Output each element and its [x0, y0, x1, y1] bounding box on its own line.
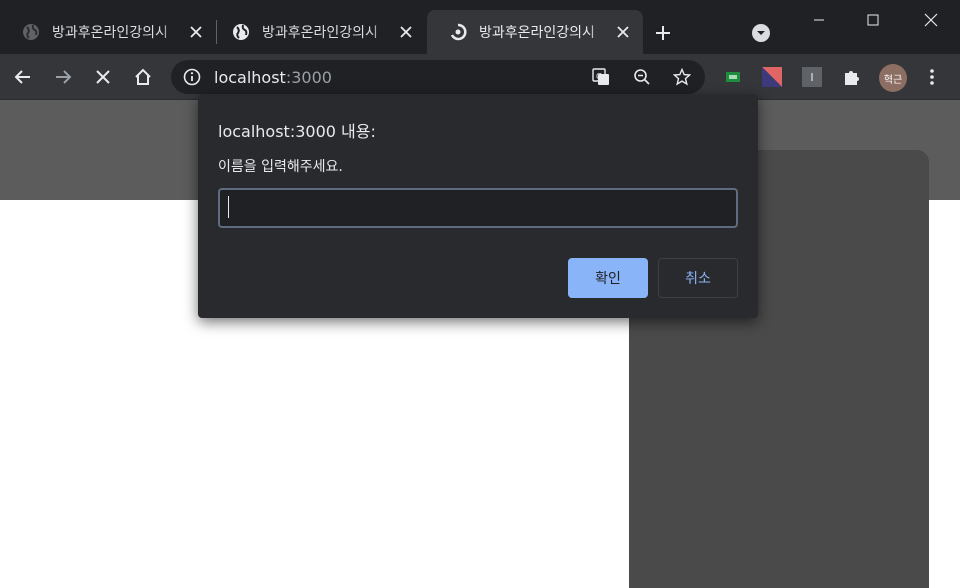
url-text: localhost:3000	[214, 68, 332, 87]
zoom-out-icon[interactable]	[632, 67, 652, 87]
close-icon[interactable]	[398, 24, 414, 40]
maximize-button[interactable]	[850, 0, 896, 40]
tab-title: 방과후온라인강의시	[262, 25, 378, 41]
address-bar[interactable]: localhost:3000 G	[171, 60, 705, 94]
tab-title: 방과후온라인강의시	[52, 25, 168, 41]
profile-avatar[interactable]: 혁근	[879, 64, 907, 92]
dialog-title: localhost:3000 내용:	[218, 122, 376, 141]
svg-text:G: G	[596, 72, 602, 81]
forward-button[interactable]	[50, 64, 76, 90]
globe-icon	[22, 23, 40, 41]
url-port: :3000	[285, 68, 332, 87]
extension-gray-icon[interactable]: I	[801, 66, 823, 88]
close-icon[interactable]	[188, 24, 204, 40]
extension-color-icon[interactable]	[761, 66, 783, 88]
home-button[interactable]	[130, 64, 156, 90]
stop-loading-button[interactable]	[90, 64, 116, 90]
dialog-message: 이름을 입력해주세요.	[218, 159, 343, 175]
close-window-button[interactable]	[908, 0, 954, 40]
tab-3-active[interactable]: 방과후온라인강의시	[427, 10, 643, 54]
new-tab-button[interactable]	[650, 20, 676, 46]
globe-icon	[232, 23, 250, 41]
text-caret	[228, 196, 229, 218]
loading-spinner-icon	[449, 23, 467, 41]
tab-1[interactable]: 방과후온라인강의시	[0, 10, 216, 54]
translate-icon[interactable]: G	[591, 67, 611, 87]
tab-strip: 방과후온라인강의시 방과후온라인강의시 방과후온라인강의시	[0, 0, 960, 54]
cancel-button[interactable]: 취소	[658, 258, 738, 298]
tab-search-icon[interactable]	[751, 23, 771, 43]
url-host: localhost	[214, 68, 286, 87]
ok-button[interactable]: 확인	[568, 258, 648, 298]
extension-label: I	[810, 70, 814, 84]
tab-title: 방과후온라인강의시	[479, 25, 595, 41]
bookmark-star-icon[interactable]	[672, 67, 692, 87]
extension-green-icon[interactable]	[722, 66, 744, 88]
tab-2[interactable]: 방과후온라인강의시	[210, 10, 426, 54]
extensions-puzzle-icon[interactable]	[841, 66, 863, 88]
site-info-icon[interactable]	[183, 68, 201, 86]
minimize-button[interactable]	[796, 0, 842, 40]
name-input[interactable]	[218, 188, 738, 228]
prompt-dialog: localhost:3000 내용: 이름을 입력해주세요. 확인 취소	[198, 94, 758, 318]
menu-kebab-icon[interactable]	[919, 64, 945, 90]
close-icon[interactable]	[615, 24, 631, 40]
back-button[interactable]	[10, 64, 36, 90]
